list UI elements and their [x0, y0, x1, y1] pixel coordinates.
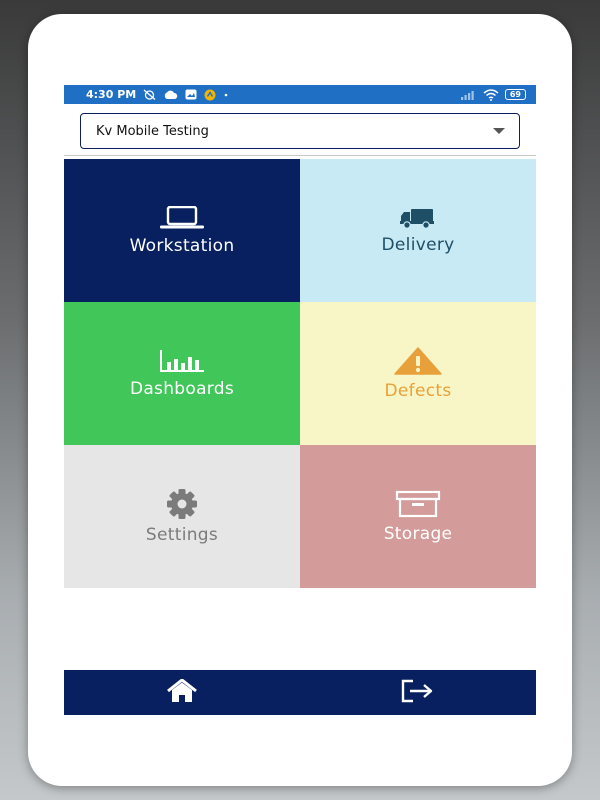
bar-chart-icon [158, 349, 206, 373]
gear-icon [158, 488, 206, 519]
tile-label: Delivery [381, 234, 455, 255]
tile-settings[interactable]: Settings [64, 445, 300, 588]
tile-label: Storage [383, 523, 453, 544]
tile-workstation[interactable]: Workstation [64, 159, 300, 302]
bottom-nav [64, 670, 536, 715]
tile-label: Workstation [129, 235, 235, 256]
tile-label: Settings [145, 524, 219, 545]
warning-icon [394, 346, 442, 375]
truck-icon [399, 207, 437, 229]
tile-defects[interactable]: Defects [300, 302, 536, 445]
archive-box-icon [394, 490, 442, 518]
dot-icon [223, 92, 229, 98]
wifi-icon [483, 88, 499, 101]
chevron-down-icon [493, 128, 505, 134]
divider [64, 155, 536, 156]
alarm-off-icon [143, 89, 156, 100]
app-icon [204, 89, 216, 101]
tile-label: Defects [384, 380, 452, 401]
battery-level: 69 [509, 90, 521, 99]
tile-delivery[interactable]: Delivery [300, 159, 536, 302]
image-icon [185, 89, 197, 100]
signal-icon [460, 90, 477, 100]
workspace-selector-value: Kv Mobile Testing [96, 123, 209, 139]
app-screen: 4:30 PM 69 Kv Mobile Testing Workstation… [64, 85, 536, 715]
cloud-icon [163, 90, 178, 100]
menu-grid: Workstation Delivery Dashboards Defects [64, 159, 536, 588]
logout-button[interactable] [300, 670, 536, 715]
workspace-selector[interactable]: Kv Mobile Testing [80, 113, 520, 149]
laptop-icon [158, 205, 206, 230]
battery-icon: 69 [504, 89, 526, 100]
home-button[interactable] [64, 670, 300, 715]
logout-icon [399, 679, 437, 707]
status-bar: 4:30 PM 69 [64, 85, 536, 104]
tile-dashboards[interactable]: Dashboards [64, 302, 300, 445]
home-icon [165, 678, 199, 707]
tile-label: Dashboards [129, 378, 235, 399]
tile-storage[interactable]: Storage [300, 445, 536, 588]
status-time: 4:30 PM [86, 88, 137, 101]
